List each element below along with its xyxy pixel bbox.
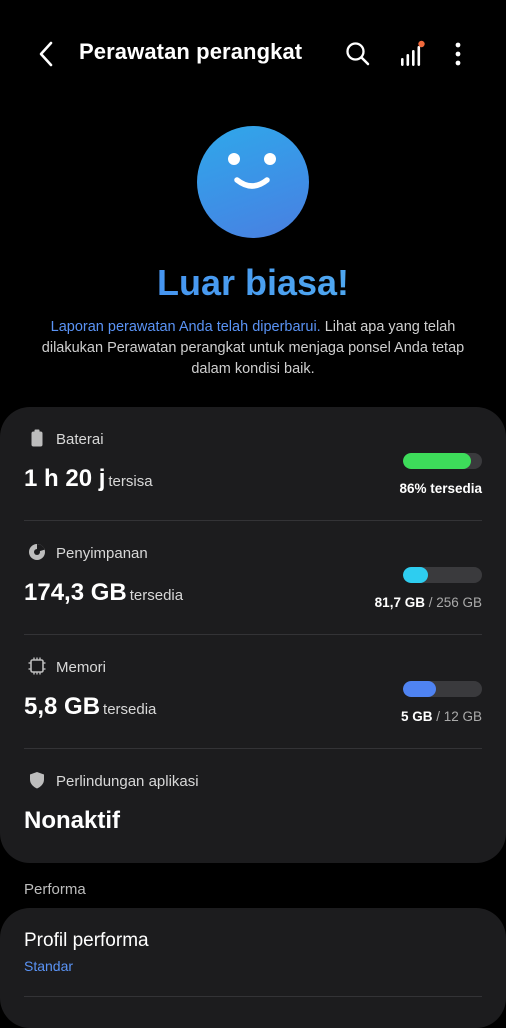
storage-row[interactable]: Penyimpanan 174,3 GB tersedia 81,7 GB / 2… <box>24 521 482 635</box>
memory-total: 12 GB <box>443 709 482 724</box>
app-header: Perawatan perangkat <box>0 22 506 84</box>
storage-value: 174,3 GB tersedia <box>24 579 183 607</box>
app-protection-label: Perlindungan aplikasi <box>56 773 199 790</box>
storage-bar <box>403 567 482 583</box>
battery-caption: 86% tersedia <box>399 481 482 496</box>
back-button[interactable] <box>28 36 64 72</box>
battery-label: Baterai <box>56 431 104 448</box>
battery-value: 1 h 20 j tersisa <box>24 465 153 493</box>
page-title: Perawatan perangkat <box>79 39 303 64</box>
performance-section-label: Performa <box>24 881 86 898</box>
memory-bar <box>403 681 482 697</box>
storage-caption: 81,7 GB / 256 GB <box>375 595 482 610</box>
performance-card: Profil performa Standar <box>0 908 506 1028</box>
storage-total: 256 GB <box>436 595 482 610</box>
more-icon <box>455 42 461 66</box>
storage-label: Penyimpanan <box>56 545 148 562</box>
memory-label: Memori <box>56 659 107 676</box>
device-status-card: Baterai 1 h 20 j tersisa 86% tersedia Pen… <box>0 407 506 863</box>
status-description: Laporan perawatan Anda telah diperbarui.… <box>28 317 478 380</box>
storage-used: 81,7 GB <box>374 595 425 610</box>
battery-time-remaining: 1 h 20 j <box>24 465 106 492</box>
memory-bar-fill <box>403 681 437 697</box>
memory-used: 5 GB <box>400 709 433 724</box>
memory-chip-icon <box>28 657 46 675</box>
happy-face-icon <box>197 126 309 238</box>
smiley-face-graphic <box>228 153 276 189</box>
battery-suffix: tersisa <box>108 473 153 490</box>
shield-icon <box>30 772 44 789</box>
status-headline: Luar biasa! <box>0 262 506 304</box>
app-protection-row[interactable]: Perlindungan aplikasi Nonaktif <box>24 749 482 863</box>
storage-pie-icon <box>29 544 45 560</box>
divider <box>24 996 482 997</box>
storage-available: 174,3 GB <box>24 579 127 606</box>
back-icon <box>39 41 53 67</box>
more-options-button[interactable] <box>440 36 476 72</box>
app-protection-status: Nonaktif <box>24 807 120 834</box>
search-button[interactable] <box>340 36 376 72</box>
storage-separator: / <box>424 595 437 610</box>
memory-separator: / <box>432 709 444 724</box>
battery-bar <box>403 453 482 469</box>
memory-row[interactable]: Memori 5,8 GB tersedia 5 GB / 12 GB <box>24 635 482 749</box>
report-updated-link[interactable]: Laporan perawatan Anda telah diperbarui. <box>51 319 321 335</box>
battery-percent: 86% tersedia <box>399 481 482 496</box>
battery-bar-fill <box>403 453 471 469</box>
performance-profile-value: Standar <box>24 958 74 974</box>
storage-suffix: tersedia <box>129 587 184 604</box>
memory-value: 5,8 GB tersedia <box>24 693 156 721</box>
storage-bar-fill <box>403 567 429 583</box>
memory-available: 5,8 GB <box>24 693 101 720</box>
memory-caption: 5 GB / 12 GB <box>401 709 482 724</box>
stats-icon <box>401 40 425 66</box>
memory-suffix: tersedia <box>103 701 157 718</box>
battery-icon <box>31 429 43 447</box>
search-icon <box>346 42 370 66</box>
notification-dot <box>418 40 425 48</box>
stats-button[interactable] <box>393 36 429 72</box>
performance-profile-title[interactable]: Profil performa <box>24 930 149 952</box>
battery-row[interactable]: Baterai 1 h 20 j tersisa 86% tersedia <box>24 407 482 521</box>
